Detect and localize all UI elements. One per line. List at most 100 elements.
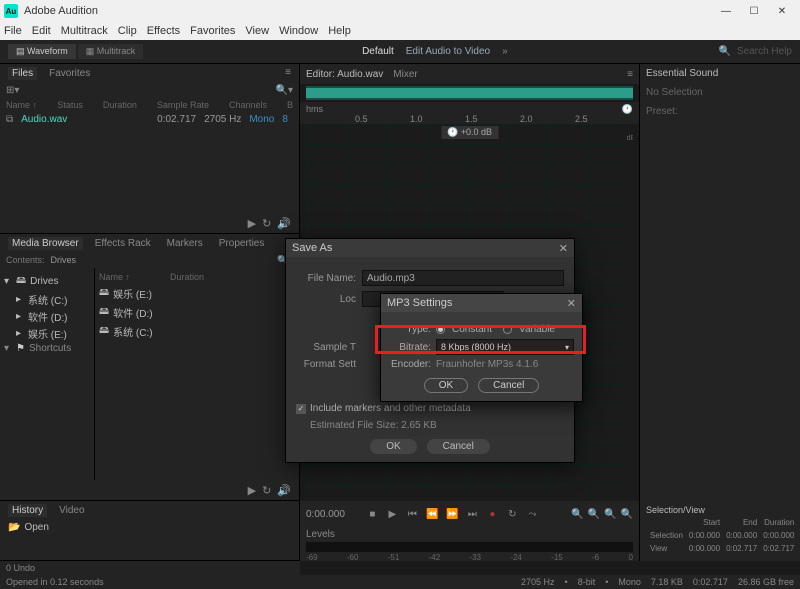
file-row[interactable]: ⧉ Audio.wav 0:02.717 2705 Hz Mono 8 — [0, 112, 299, 127]
list-item[interactable]: 🖴 软件 (D:) — [99, 303, 295, 322]
files-header: Name ↑ Status Duration Sample Rate Chann… — [0, 98, 299, 112]
tab-markers[interactable]: Markers — [163, 237, 207, 250]
menu-file[interactable]: File — [4, 25, 22, 37]
menu-window[interactable]: Window — [279, 25, 318, 37]
workspace-edit-audio[interactable]: Edit Audio to Video — [406, 46, 490, 57]
panel-menu-icon[interactable]: ≡ — [627, 69, 633, 80]
search-input[interactable]: Search Help — [737, 46, 792, 57]
contents-value[interactable]: Drives — [51, 255, 272, 266]
saveas-ok-button[interactable]: OK — [370, 439, 416, 454]
hms-label: hms — [306, 104, 323, 114]
tab-editor[interactable]: Editor: Audio.wav — [306, 69, 383, 80]
volume-icon[interactable]: 🔊 — [277, 217, 291, 230]
tree-drives[interactable]: ▾🖴 Drives — [4, 272, 90, 291]
menu-effects[interactable]: Effects — [147, 25, 180, 37]
loop-icon[interactable]: ↻ — [262, 484, 271, 497]
forward-icon[interactable]: ⏩ — [444, 509, 460, 520]
tab-files[interactable]: Files — [8, 67, 37, 80]
minimize-button[interactable]: — — [712, 2, 740, 20]
col-dur[interactable]: Duration — [170, 272, 204, 282]
sel-dur[interactable]: 0:00.000 — [761, 530, 796, 541]
record-icon[interactable]: ● — [484, 509, 500, 520]
zoom-icon[interactable]: 🔍 — [604, 509, 616, 520]
media-browser-panel: Media Browser Effects Rack Markers Prope… — [0, 234, 299, 501]
workspace-more[interactable]: » — [502, 46, 508, 57]
view-start[interactable]: 0:00.000 — [687, 543, 722, 554]
files-toolbar-icon[interactable]: ⊞▾ — [6, 85, 19, 96]
close-button[interactable]: ✕ — [768, 2, 796, 20]
constant-radio[interactable] — [436, 325, 445, 334]
skip-sel-icon[interactable]: ⤳ — [524, 509, 540, 520]
skip-back-icon[interactable]: ⏮ — [404, 509, 420, 520]
zoom-icon[interactable]: 🔍 — [571, 509, 583, 520]
view-dur[interactable]: 0:02.717 — [761, 543, 796, 554]
drive-tree: ▾🖴 Drives ▸系统 (C:) ▸软件 (D:) ▸娱乐 (E:) ▾⚑ … — [0, 268, 95, 480]
col-name[interactable]: Name ↑ — [6, 100, 37, 110]
tree-shortcuts[interactable]: ▾⚑ Shortcuts — [4, 342, 90, 355]
tab-favorites[interactable]: Favorites — [45, 67, 94, 80]
filename-input[interactable]: Audio.mp3 — [362, 270, 564, 286]
view-end[interactable]: 0:02.717 — [724, 543, 759, 554]
files-search-icon[interactable]: 🔍▾ — [276, 85, 293, 96]
sel-start[interactable]: 0:00.000 — [687, 530, 722, 541]
close-icon[interactable]: ✕ — [567, 297, 576, 310]
mp3-ok-button[interactable]: OK — [424, 378, 468, 393]
mp3-titlebar[interactable]: MP3 Settings ✕ — [381, 294, 582, 312]
tab-properties[interactable]: Properties — [215, 237, 269, 250]
mp3-cancel-button[interactable]: Cancel — [478, 378, 539, 393]
loop-icon[interactable]: ↻ — [504, 509, 520, 520]
col-dur[interactable]: Duration — [103, 100, 137, 110]
bitrate-dropdown[interactable]: 8 Kbps (8000 Hz)▾ — [436, 339, 574, 355]
list-item[interactable]: 🖴 娱乐 (E:) — [99, 284, 295, 303]
variable-radio[interactable] — [503, 325, 512, 334]
menu-clip[interactable]: Clip — [118, 25, 137, 37]
list-item[interactable]: 🖴 系统 (C:) — [99, 322, 295, 341]
multitrack-tab[interactable]: ▦ Multitrack — [78, 44, 144, 59]
col-name[interactable]: Name ↑ — [99, 272, 130, 282]
play-icon[interactable]: ▶ — [248, 217, 256, 230]
tab-effects-rack[interactable]: Effects Rack — [91, 237, 155, 250]
file-samplerate: 2705 Hz — [204, 114, 241, 125]
tab-mixer[interactable]: Mixer — [393, 69, 417, 80]
stop-icon[interactable]: ■ — [364, 509, 380, 520]
tab-video[interactable]: Video — [55, 504, 88, 517]
workspace-default[interactable]: Default — [362, 46, 394, 57]
menu-help[interactable]: Help — [328, 25, 351, 37]
col-r[interactable]: B — [287, 100, 293, 110]
tree-item[interactable]: ▸娱乐 (E:) — [4, 325, 90, 342]
play-icon[interactable]: ▶ — [248, 484, 256, 497]
close-icon[interactable]: ✕ — [559, 242, 568, 255]
timeline-overview[interactable] — [306, 86, 633, 100]
history-item[interactable]: 📂 Open — [0, 520, 299, 535]
tree-item[interactable]: ▸系统 (C:) — [4, 291, 90, 308]
sel-end[interactable]: 0:00.000 — [724, 530, 759, 541]
loop-icon[interactable]: ↻ — [262, 217, 271, 230]
menu-edit[interactable]: Edit — [32, 25, 51, 37]
col-status[interactable]: Status — [57, 100, 83, 110]
timeline-ruler[interactable]: hms 0.5 1.0 1.5 2.0 2.5 🕐 — [300, 102, 639, 124]
tree-item[interactable]: ▸软件 (D:) — [4, 308, 90, 325]
col-sr[interactable]: Sample Rate — [157, 100, 209, 110]
waveform-tab[interactable]: ▤ Waveform — [8, 44, 76, 59]
skip-fwd-icon[interactable]: ⏭ — [464, 509, 480, 520]
volume-icon[interactable]: 🔊 — [277, 484, 291, 497]
zoom-icon[interactable]: 🔍 — [621, 509, 633, 520]
menu-view[interactable]: View — [245, 25, 269, 37]
col-ch[interactable]: Channels — [229, 100, 267, 110]
saveas-titlebar[interactable]: Save As ✕ — [286, 239, 574, 257]
zoom-icon[interactable]: 🔍 — [588, 509, 600, 520]
rewind-icon[interactable]: ⏪ — [424, 509, 440, 520]
bitrate-value: 8 Kbps (8000 Hz) — [441, 342, 511, 352]
play-icon[interactable]: ▶ — [384, 509, 400, 520]
include-meta-checkbox[interactable]: ✓ — [296, 404, 306, 414]
maximize-button[interactable]: ☐ — [740, 2, 768, 20]
status-size: 7.18 KB — [651, 577, 683, 587]
panel-menu-icon[interactable]: ≡ — [285, 67, 291, 80]
saveas-cancel-button[interactable]: Cancel — [427, 439, 490, 454]
time-tool-icon[interactable]: 🕐 — [622, 104, 633, 115]
tab-media-browser[interactable]: Media Browser — [8, 237, 83, 250]
tab-history[interactable]: History — [8, 504, 47, 517]
menu-favorites[interactable]: Favorites — [190, 25, 235, 37]
menu-multitrack[interactable]: Multitrack — [61, 25, 108, 37]
gain-badge[interactable]: 🕐 +0.0 dB — [441, 126, 498, 139]
